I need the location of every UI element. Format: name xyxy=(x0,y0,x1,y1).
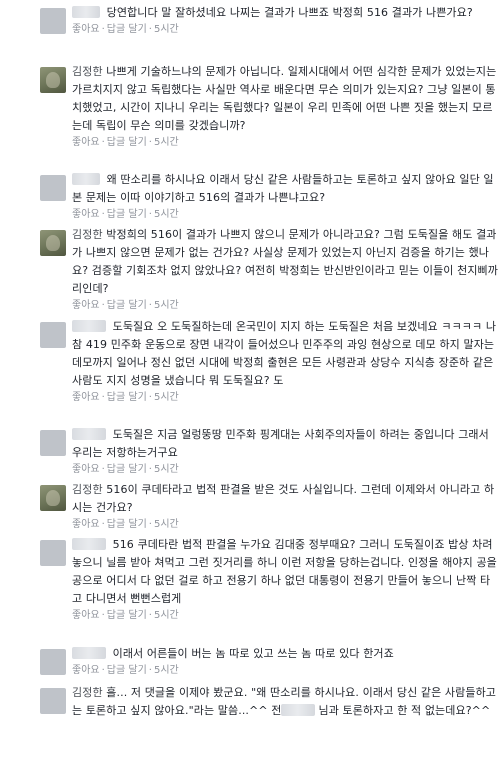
comment-body: 김정한 흘... 저 댓글을 이제야 봤군요. "왜 딴소리를 하시나요. 이래… xyxy=(72,684,498,720)
author-name-redacted[interactable] xyxy=(72,428,106,440)
author-name[interactable]: 김정한 xyxy=(72,228,103,241)
comment-8: 516 쿠데타란 법적 판결을 누가요 김대중 정부때요? 그러니 도둑질이죠 … xyxy=(40,536,498,623)
like-link[interactable]: 좋아요 xyxy=(72,392,100,403)
comment-body: 김정한 나쁘게 기술하느냐의 문제가 아닙니다. 일제시대에서 어떤 심각한 문… xyxy=(72,63,498,135)
mentioned-name-redacted xyxy=(281,704,316,716)
timestamp[interactable]: 5시간 xyxy=(154,24,179,35)
comment-text: 516 쿠데타란 법적 판결을 누가요 김대중 정부때요? 그러니 도둑질이죠 … xyxy=(72,538,497,605)
comment-thread: 당연합니다 말 잘하셨네요 나찌는 결과가 나쁘죠 박정희 516 결과가 나쁜… xyxy=(0,0,504,761)
comment-text: 박정희의 516이 결과가 나쁘지 않으니 문제가 아니라고요? 그럼 도둑질을… xyxy=(72,228,498,295)
reply-link[interactable]: 답글 달기 xyxy=(107,464,147,475)
comment-7: 김정한 516이 쿠데타라고 법적 판결을 받은 것도 사실입니다. 그런데 이… xyxy=(40,481,498,532)
avatar[interactable] xyxy=(40,540,66,566)
comment-body: 당연합니다 말 잘하셨네요 나찌는 결과가 나쁘죠 박정희 516 결과가 나쁜… xyxy=(72,4,498,22)
reply-link[interactable]: 답글 달기 xyxy=(107,519,147,530)
comment-actions: 좋아요 · 답글 달기 · 5시간 xyxy=(72,464,179,475)
reply-link[interactable]: 답글 달기 xyxy=(107,209,147,220)
comment-body: 왜 딴소리를 하시나요 이래서 당신 같은 사람들하고는 토론하고 싶지 않아요… xyxy=(72,171,498,207)
comment-text: 도둑질은 지금 얼렁뚱땅 민주화 핑계대는 사회주의자들이 하려는 중입니다 그… xyxy=(72,428,489,459)
comment-body: 도둑질은 지금 얼렁뚱땅 민주화 핑계대는 사회주의자들이 하려는 중입니다 그… xyxy=(72,426,498,462)
comment-4: 김정한 박정희의 516이 결과가 나쁘지 않으니 문제가 아니라고요? 그럼 … xyxy=(40,226,498,313)
like-link[interactable]: 좋아요 xyxy=(72,610,100,621)
comment-actions: 좋아요 · 답글 달기 · 5시간 xyxy=(72,610,179,621)
comment-actions: 좋아요 · 답글 달기 · 5시간 xyxy=(72,392,179,403)
like-link[interactable]: 좋아요 xyxy=(72,300,100,311)
comment-text-continued: 님과 토론하자고 한 적 없는데요?^^ xyxy=(318,704,491,717)
comment-body: 이래서 어른들이 버는 놈 따로 있고 쓰는 놈 따로 있다 한거죠 xyxy=(72,645,498,663)
comment-body: 도둑질요 오 도둑질하는데 온국민이 지지 하는 도둑질은 처음 보겠네요 ㅋㅋ… xyxy=(72,318,498,390)
avatar[interactable] xyxy=(40,430,66,456)
like-link[interactable]: 좋아요 xyxy=(72,137,100,148)
avatar[interactable] xyxy=(40,688,66,714)
comment-body: 김정한 516이 쿠데타라고 법적 판결을 받은 것도 사실입니다. 그런데 이… xyxy=(72,481,498,517)
author-name-redacted[interactable] xyxy=(72,173,100,185)
reply-link[interactable]: 답글 달기 xyxy=(107,300,147,311)
comment-body: 516 쿠데타란 법적 판결을 누가요 김대중 정부때요? 그러니 도둑질이죠 … xyxy=(72,536,498,608)
comment-actions: 좋아요 · 답글 달기 · 5시간 xyxy=(72,209,179,220)
avatar[interactable] xyxy=(40,485,66,511)
reply-link[interactable]: 답글 달기 xyxy=(107,392,147,403)
reply-link[interactable]: 답글 달기 xyxy=(107,610,147,621)
comment-10: 김정한 흘... 저 댓글을 이제야 봤군요. "왜 딴소리를 하시나요. 이래… xyxy=(40,684,498,720)
reply-link[interactable]: 답글 달기 xyxy=(107,24,147,35)
comment-text: 이래서 어른들이 버는 놈 따로 있고 쓰는 놈 따로 있다 한거죠 xyxy=(112,647,394,660)
author-name[interactable]: 김정한 xyxy=(72,686,103,699)
comment-actions: 좋아요 · 답글 달기 · 5시간 xyxy=(72,24,179,35)
comment-actions: 좋아요 · 답글 달기 · 5시간 xyxy=(72,665,179,676)
like-link[interactable]: 좋아요 xyxy=(72,665,100,676)
timestamp[interactable]: 5시간 xyxy=(154,137,179,148)
timestamp[interactable]: 5시간 xyxy=(154,464,179,475)
comment-body: 김정한 박정희의 516이 결과가 나쁘지 않으니 문제가 아니라고요? 그럼 … xyxy=(72,226,498,298)
author-name-redacted[interactable] xyxy=(72,647,106,659)
author-name-redacted[interactable] xyxy=(72,6,100,18)
comment-actions: 좋아요 · 답글 달기 · 5시간 xyxy=(72,300,179,311)
comment-1: 당연합니다 말 잘하셨네요 나찌는 결과가 나쁘죠 박정희 516 결과가 나쁜… xyxy=(40,4,498,37)
comment-3: 왜 딴소리를 하시나요 이래서 당신 같은 사람들하고는 토론하고 싶지 않아요… xyxy=(40,171,498,222)
timestamp[interactable]: 5시간 xyxy=(154,519,179,530)
timestamp[interactable]: 5시간 xyxy=(154,392,179,403)
comment-text: 516이 쿠데타라고 법적 판결을 받은 것도 사실입니다. 그런데 이제와서 … xyxy=(72,483,495,514)
comment-text: 왜 딴소리를 하시나요 이래서 당신 같은 사람들하고는 토론하고 싶지 않아요… xyxy=(72,173,494,204)
reply-link[interactable]: 답글 달기 xyxy=(107,665,147,676)
author-name-redacted[interactable] xyxy=(72,320,106,332)
like-link[interactable]: 좋아요 xyxy=(72,464,100,475)
comment-6: 도둑질은 지금 얼렁뚱땅 민주화 핑계대는 사회주의자들이 하려는 중입니다 그… xyxy=(40,426,498,477)
avatar[interactable] xyxy=(40,230,66,256)
avatar[interactable] xyxy=(40,67,66,93)
comment-9: 이래서 어른들이 버는 놈 따로 있고 쓰는 놈 따로 있다 한거죠 좋아요 · 답… xyxy=(40,645,498,678)
author-name[interactable]: 김정한 xyxy=(72,483,103,496)
comment-2: 김정한 나쁘게 기술하느냐의 문제가 아닙니다. 일제시대에서 어떤 심각한 문… xyxy=(40,63,498,150)
avatar[interactable] xyxy=(40,322,66,348)
timestamp[interactable]: 5시간 xyxy=(154,209,179,220)
timestamp[interactable]: 5시간 xyxy=(154,300,179,311)
avatar[interactable] xyxy=(40,8,66,34)
comment-text: 당연합니다 말 잘하셨네요 나찌는 결과가 나쁘죠 박정희 516 결과가 나쁜… xyxy=(106,6,473,19)
comment-5: 도둑질요 오 도둑질하는데 온국민이 지지 하는 도둑질은 처음 보겠네요 ㅋㅋ… xyxy=(40,318,498,405)
avatar[interactable] xyxy=(40,175,66,201)
author-name[interactable]: 김정한 xyxy=(72,65,103,78)
like-link[interactable]: 좋아요 xyxy=(72,209,100,220)
like-link[interactable]: 좋아요 xyxy=(72,24,100,35)
reply-link[interactable]: 답글 달기 xyxy=(107,137,147,148)
avatar[interactable] xyxy=(40,649,66,675)
comment-actions: 좋아요 · 답글 달기 · 5시간 xyxy=(72,519,179,530)
comment-text: 도둑질요 오 도둑질하는데 온국민이 지지 하는 도둑질은 처음 보겠네요 ㅋㅋ… xyxy=(72,320,497,387)
timestamp[interactable]: 5시간 xyxy=(154,610,179,621)
timestamp[interactable]: 5시간 xyxy=(154,665,179,676)
author-name-redacted[interactable] xyxy=(72,538,106,550)
like-link[interactable]: 좋아요 xyxy=(72,519,100,530)
comment-actions: 좋아요 · 답글 달기 · 5시간 xyxy=(72,137,179,148)
comment-text: 나쁘게 기술하느냐의 문제가 아닙니다. 일제시대에서 어떤 심각한 문제가 있… xyxy=(72,65,497,132)
